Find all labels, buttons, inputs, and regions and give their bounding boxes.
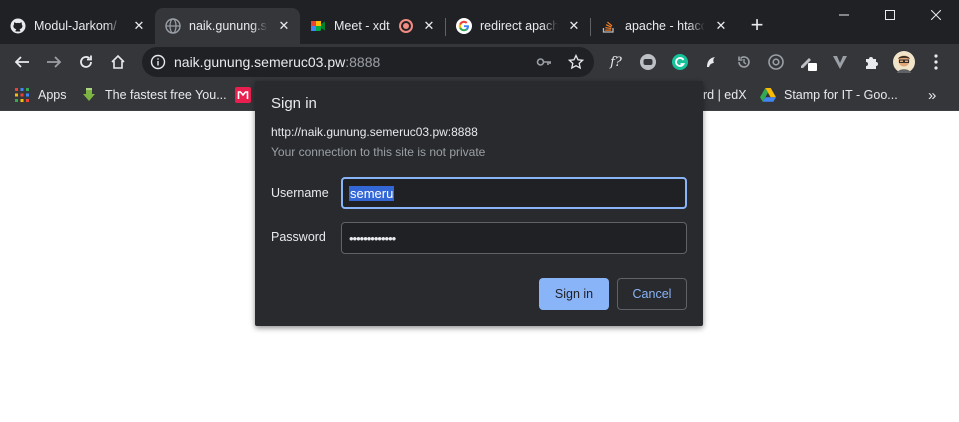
bookmark-star-icon[interactable] — [567, 53, 585, 70]
globe-icon — [165, 18, 181, 34]
home-button[interactable] — [104, 48, 132, 76]
tab-title: redirect apache — [480, 19, 558, 33]
close-window-button[interactable] — [913, 0, 959, 30]
chat-extension-icon[interactable] — [638, 52, 658, 72]
vivaldi-extension-icon[interactable] — [830, 52, 850, 72]
pen-extension-icon[interactable] — [798, 52, 818, 72]
address-bar[interactable]: naik.gunung.semeruc03.pw:8888 — [142, 47, 594, 77]
close-tab-icon[interactable]: ✕ — [131, 18, 147, 34]
new-tab-button[interactable]: + — [745, 14, 769, 38]
url-text: naik.gunung.semeruc03.pw:8888 — [174, 47, 380, 77]
tab-naik-gunung[interactable]: naik.gunung.semeruc03.pw ✕ — [155, 8, 300, 44]
password-value: ••••••••••••• — [349, 230, 396, 246]
dialog-warning: Your connection to this site is not priv… — [271, 145, 486, 159]
chevron-double-right-icon: » — [928, 86, 937, 104]
tab-title: naik.gunung.semeruc03.pw — [189, 19, 268, 33]
tab-title: Meet - xdt — [334, 19, 390, 33]
back-button[interactable] — [8, 48, 36, 76]
stackoverflow-icon — [601, 18, 617, 34]
google-meet-icon — [310, 18, 326, 34]
bookmark-stamp-for-it[interactable]: Stamp for IT - Goo... — [760, 84, 898, 106]
dialog-origin: http://naik.gunung.semeruc03.pw:8888 — [271, 125, 478, 139]
close-tab-icon[interactable]: ✕ — [713, 18, 729, 34]
at-sign-icon[interactable] — [766, 52, 786, 72]
bookmarks-overflow-button[interactable]: » — [928, 84, 936, 106]
bookmark-label: Stamp for IT - Goo... — [784, 88, 898, 102]
forward-button[interactable] — [40, 48, 68, 76]
maximize-button[interactable] — [867, 0, 913, 30]
recording-indicator-icon — [399, 19, 413, 33]
sign-in-button[interactable]: Sign in — [539, 278, 609, 310]
download-arrow-icon — [81, 87, 97, 103]
close-tab-icon[interactable]: ✕ — [421, 18, 437, 34]
username-field[interactable]: semeru — [341, 177, 687, 209]
grammarly-icon[interactable] — [670, 52, 690, 72]
toolbar: naik.gunung.semeruc03.pw:8888 f? — [0, 44, 959, 80]
close-tab-icon[interactable]: ✕ — [566, 18, 582, 34]
tab-meet[interactable]: Meet - xdt ✕ — [300, 8, 445, 44]
github-icon — [10, 18, 26, 34]
bookmark-label: Apps — [38, 88, 67, 102]
close-tab-icon[interactable]: ✕ — [276, 18, 292, 34]
username-value: semeru — [349, 185, 395, 201]
username-label: Username — [271, 186, 329, 200]
arrow-right-icon — [47, 56, 62, 68]
url-port: :8888 — [345, 54, 381, 70]
apps-grid-icon — [14, 87, 30, 103]
key-icon[interactable] — [536, 54, 552, 70]
reload-icon — [80, 55, 92, 68]
bookmark-label: rd | edX — [703, 88, 747, 102]
bookmark-label: The fastest free You... — [105, 88, 227, 102]
info-icon[interactable] — [150, 54, 166, 70]
url-host: naik.gunung.semeruc03.pw — [174, 54, 346, 70]
puzzle-icon[interactable] — [862, 52, 882, 72]
tab-redirect-apache[interactable]: redirect apache ✕ — [446, 8, 590, 44]
cancel-button[interactable]: Cancel — [617, 278, 687, 310]
bookmark-edx[interactable]: rd | edX — [703, 84, 747, 106]
bookmark-apps[interactable]: Apps — [14, 84, 67, 106]
sign-in-dialog: Sign in http://naik.gunung.semeruc03.pw:… — [255, 81, 703, 326]
formula-extension-icon[interactable]: f? — [606, 52, 626, 72]
bookmark-fastest-free[interactable]: The fastest free You... — [81, 84, 227, 106]
history-icon[interactable] — [734, 52, 754, 72]
tab-title: Modul-Jarkom/ — [34, 19, 117, 33]
password-label: Password — [271, 230, 326, 244]
dialog-title: Sign in — [271, 95, 317, 112]
extension-icon[interactable] — [702, 52, 722, 72]
profile-avatar[interactable] — [892, 50, 916, 74]
password-field[interactable]: ••••••••••••• — [341, 222, 687, 254]
google-icon — [456, 18, 472, 34]
menu-kebab-icon[interactable] — [926, 52, 946, 72]
reload-button[interactable] — [72, 48, 100, 76]
home-icon — [111, 54, 125, 69]
m-logo-icon — [235, 87, 251, 103]
tab-title: apache - htaccess — [625, 19, 705, 33]
minimize-button[interactable] — [821, 0, 867, 30]
google-drive-icon — [760, 87, 776, 103]
tab-modul-jarkom[interactable]: Modul-Jarkom/ ✕ — [0, 8, 155, 44]
arrow-left-icon — [14, 56, 29, 68]
tab-apache-htaccess[interactable]: apache - htaccess ✕ — [591, 8, 737, 44]
tab-strip: Modul-Jarkom/ ✕ naik.gunung.semeruc03.pw… — [0, 0, 959, 44]
